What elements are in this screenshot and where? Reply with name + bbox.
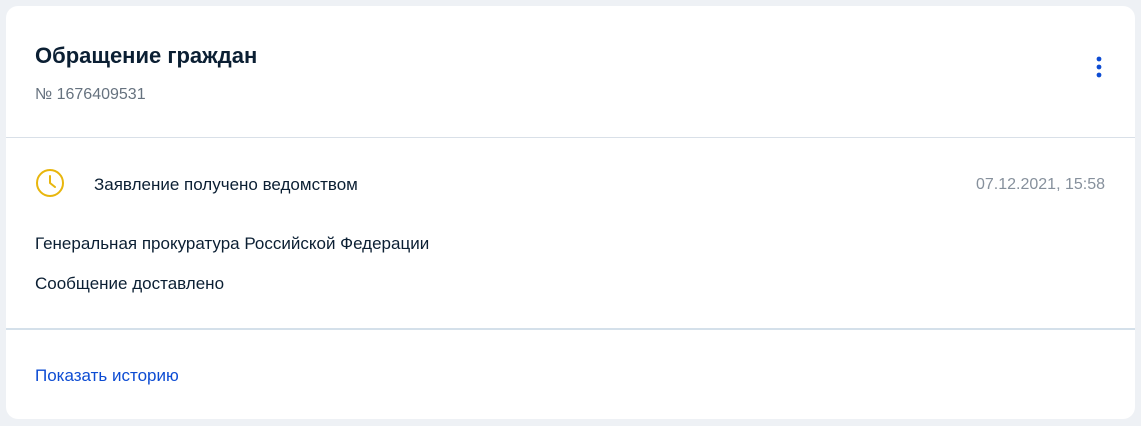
card-header: Обращение граждан № 1676409531 [6, 6, 1135, 138]
more-options-button[interactable] [1087, 54, 1111, 82]
organization-name: Генеральная прокуратура Российской Федер… [35, 234, 430, 253]
clock-icon [36, 169, 64, 197]
status-message: Сообщение доставлено [35, 274, 225, 293]
appeal-number: № 1676409531 [35, 86, 146, 103]
card-title: Обращение граждан [35, 43, 258, 68]
more-vertical-icon [1096, 56, 1102, 78]
status-date: 07.12.2021, 15:58 [975, 176, 1105, 193]
show-history-link[interactable]: Показать историю [35, 365, 179, 387]
appeal-card: Обращение граждан № 1676409531 Заявление… [6, 6, 1135, 419]
status-section: Заявление получено ведомством 07.12.2021… [6, 138, 1135, 330]
status-text: Заявление получено ведомством [94, 175, 358, 194]
